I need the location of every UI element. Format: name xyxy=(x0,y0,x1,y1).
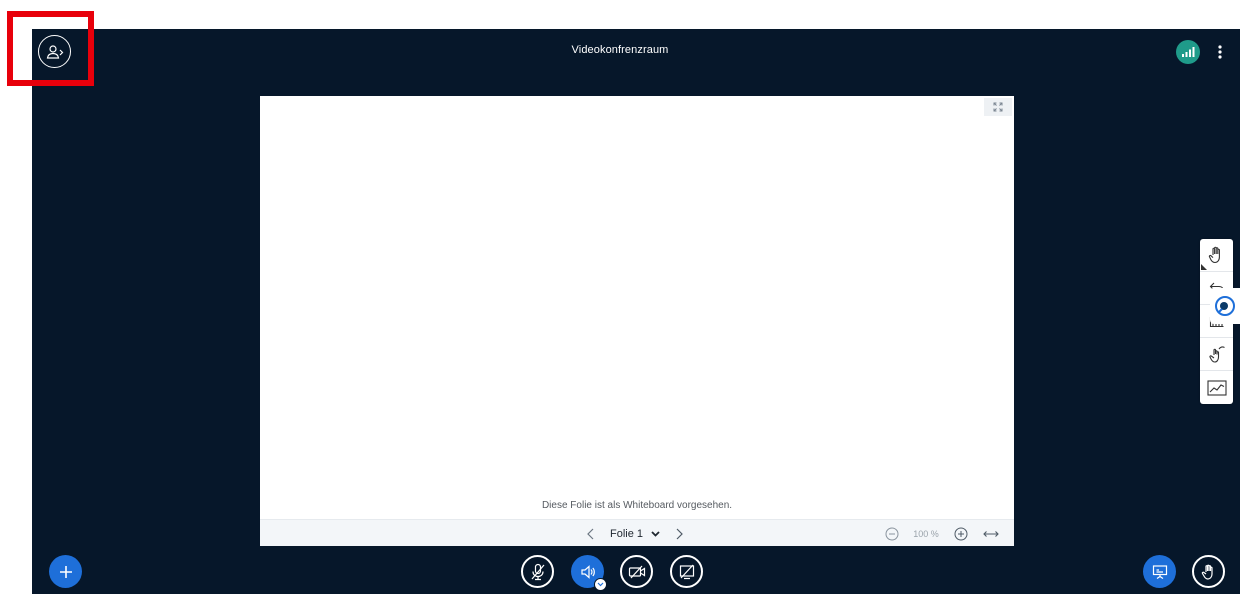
chevron-left-icon xyxy=(586,528,593,539)
audio-button[interactable] xyxy=(571,555,607,591)
whiteboard-note: Diese Folie ist als Whiteboard vorgesehe… xyxy=(541,500,733,511)
chevron-down-icon xyxy=(651,530,660,537)
zoom-in-icon xyxy=(954,527,968,540)
presentation-slide[interactable]: Diese Folie ist als Whiteboard vorgesehe… xyxy=(260,96,1014,546)
zoom-level: 100 % xyxy=(913,528,939,539)
hand-pan-icon xyxy=(1208,246,1220,264)
conference-app: Videokonfrenzraum Diese Folie ist als Wh… xyxy=(32,29,1240,594)
audio-settings-indicator[interactable] xyxy=(594,578,607,591)
fit-width-icon xyxy=(983,530,999,537)
previous-slide-button[interactable] xyxy=(583,520,597,547)
raise-hand-icon xyxy=(1201,564,1213,580)
speaker-icon xyxy=(580,564,595,579)
plus-icon xyxy=(59,565,72,578)
zoom-in-button[interactable] xyxy=(953,520,969,547)
zoom-out-icon xyxy=(885,527,899,540)
vertical-dots-icon xyxy=(1218,45,1222,59)
microphone-button[interactable] xyxy=(521,555,554,588)
camera-off-icon xyxy=(628,565,645,578)
presentation-icon xyxy=(1152,564,1167,579)
zoom-out-button[interactable] xyxy=(884,520,900,547)
gesture-icon xyxy=(1208,346,1225,363)
camera-button[interactable] xyxy=(620,555,653,588)
fit-width-button[interactable] xyxy=(982,520,1000,547)
screenshare-button[interactable] xyxy=(670,555,703,588)
chart-tool-button[interactable] xyxy=(1200,371,1233,404)
chevron-down-icon xyxy=(597,582,604,587)
chevron-right-icon xyxy=(676,528,683,539)
slide-selector[interactable]: Folie 1 xyxy=(602,520,668,547)
pan-tool-button[interactable] xyxy=(1200,239,1233,272)
slide-label: Folie 1 xyxy=(609,527,644,540)
raise-hand-button[interactable] xyxy=(1192,555,1225,588)
screenshare-off-icon xyxy=(679,564,694,579)
multi-user-whiteboard-icon xyxy=(1215,296,1235,316)
presentation-controls: Folie 1 100 % xyxy=(260,519,1014,546)
fullscreen-button[interactable] xyxy=(984,98,1012,116)
line-chart-icon xyxy=(1206,379,1227,396)
microphone-muted-icon xyxy=(531,563,544,580)
connection-status-button[interactable] xyxy=(1176,40,1200,64)
presentation-toggle-button[interactable] xyxy=(1143,555,1176,588)
gesture-tool-button[interactable] xyxy=(1200,338,1233,371)
actions-button[interactable] xyxy=(49,555,82,588)
signal-bars-icon xyxy=(1182,47,1195,57)
options-menu-button[interactable] xyxy=(1212,40,1228,64)
fullscreen-icon xyxy=(993,102,1003,112)
tool-corner-marker xyxy=(1201,264,1207,270)
next-slide-button[interactable] xyxy=(672,520,686,547)
multi-user-whiteboard-button[interactable] xyxy=(1210,288,1240,324)
meeting-title: Videokonfrenzraum xyxy=(571,44,669,56)
